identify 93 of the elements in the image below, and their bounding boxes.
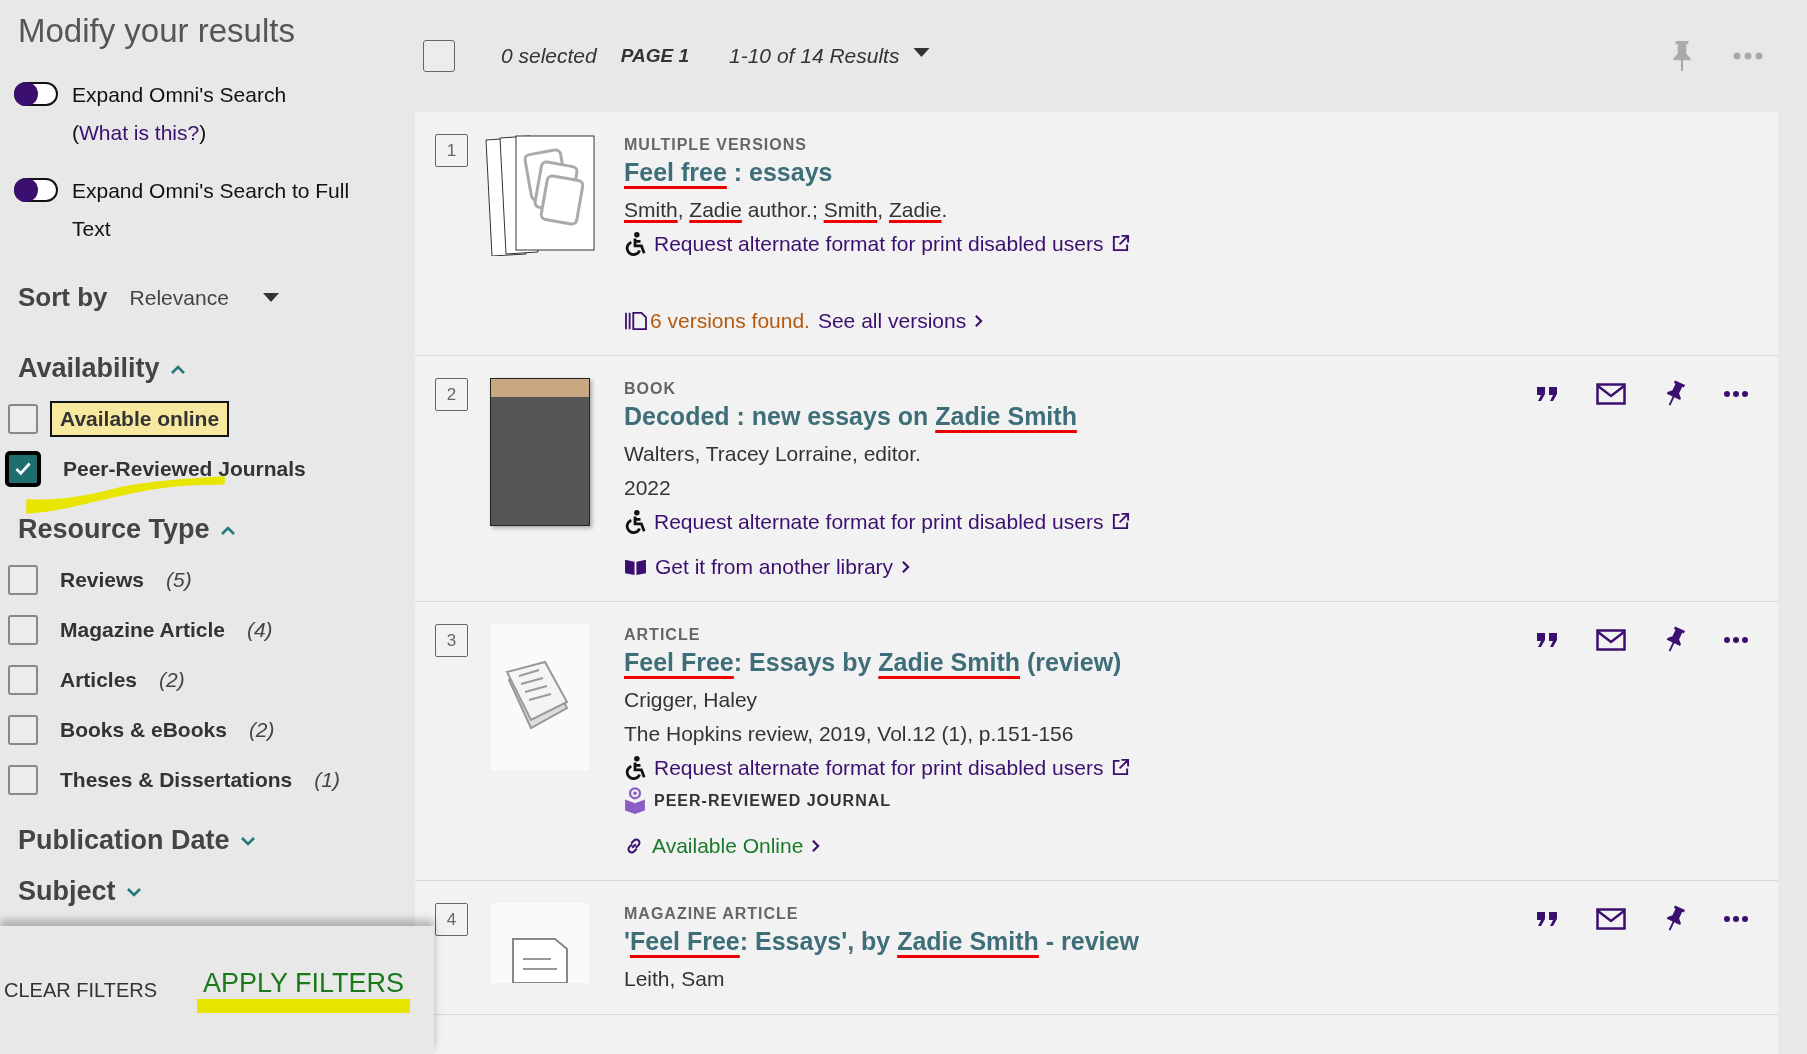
filter-section-header[interactable]: Publication Date (0, 825, 256, 856)
chevron-right-icon (901, 559, 911, 574)
wheelchair-icon (624, 755, 646, 780)
result-number: 1 (435, 134, 468, 167)
page-label: PAGE 1 (620, 45, 689, 67)
result-detail: 2022 (624, 475, 671, 501)
more-options-icon[interactable] (1724, 390, 1748, 397)
wheelchair-icon (624, 509, 646, 534)
email-icon[interactable] (1596, 382, 1626, 405)
request-format-link[interactable]: Request alternate format for print disabled users (654, 505, 1104, 538)
pin-icon[interactable] (1664, 905, 1686, 932)
open-book-icon (624, 557, 647, 576)
dropdown-caret-icon (262, 292, 279, 303)
filter-label[interactable]: Reviews (50, 562, 155, 598)
selected-count: 0 selected (501, 44, 597, 68)
filter-section-header[interactable]: Availability (0, 353, 186, 384)
filter-label[interactable]: Peer-Reviewed Journals (53, 451, 316, 487)
checkbox[interactable] (8, 665, 38, 695)
more-options-icon[interactable] (1724, 636, 1748, 643)
external-link-icon (1111, 234, 1131, 253)
panel-title: Modify your results (17, 12, 296, 50)
checkbox[interactable] (8, 615, 38, 645)
chevron-right-icon (974, 313, 984, 328)
dropdown-caret-icon[interactable] (913, 48, 931, 58)
result-detail: Crigger, Haley (624, 687, 758, 713)
versions-icon (624, 310, 648, 331)
filter-label[interactable]: Books & eBooks (50, 712, 237, 748)
versions-count: 6 versions found. (650, 308, 810, 334)
filter-count: (4) (246, 618, 273, 642)
external-link-icon (1111, 758, 1131, 777)
filter-label[interactable]: Articles (50, 662, 148, 698)
author-line: Smith, Zadie author.; Smith, Zadie. (624, 197, 948, 223)
checkbox[interactable] (5, 451, 41, 487)
result-detail: Walters, Tracey Lorraine, editor. (624, 441, 921, 467)
clear-filters-button[interactable]: CLEAR FILTERS (4, 974, 157, 1006)
result-number: 4 (435, 903, 468, 936)
checkbox[interactable] (8, 715, 38, 745)
results-range: 1-10 of 14 Results (729, 44, 900, 68)
apply-filters-button[interactable]: APPLY FILTERS (197, 967, 411, 1013)
filter-section-header[interactable]: Subject (0, 876, 142, 907)
available-online-link[interactable]: Available Online (652, 829, 804, 862)
chevron-icon (169, 363, 186, 374)
filter-count: (2) (248, 718, 275, 742)
peer-reviewed-icon (624, 787, 646, 814)
result-detail: Leith, Sam (624, 966, 725, 992)
chevron-icon (125, 886, 142, 897)
email-icon[interactable] (1596, 907, 1626, 930)
filter-label[interactable]: Magazine Article (50, 612, 235, 648)
quote-icon[interactable] (1536, 631, 1558, 648)
toggle-switch[interactable] (14, 82, 58, 106)
filter-section-header[interactable]: Resource Type (0, 514, 236, 545)
quote-icon[interactable] (1536, 910, 1558, 927)
request-format-link[interactable]: Request alternate format for print disabled users (654, 751, 1104, 784)
chevron-right-icon (811, 838, 821, 853)
more-options-icon[interactable] (1724, 915, 1748, 922)
another-library-link[interactable]: Get it from another library (655, 550, 894, 583)
chevron-icon (239, 835, 256, 846)
filter-count: (5) (166, 568, 192, 592)
quote-icon[interactable] (1536, 385, 1558, 402)
filter-label[interactable]: Available online (50, 401, 230, 437)
result-title-link[interactable]: Decoded : new essays on Zadie Smith (624, 402, 1077, 431)
checkbox[interactable] (8, 565, 38, 595)
resource-type-label: ARTICLE (624, 626, 701, 644)
resource-type-label: MULTIPLE VERSIONS (624, 136, 807, 154)
toggle-label: Expand Omni's Search to Full Text (72, 178, 351, 242)
pin-icon[interactable] (1664, 626, 1686, 653)
see-all-versions-link[interactable]: See all versions (817, 304, 967, 337)
result-number: 3 (435, 624, 468, 657)
select-all-checkbox[interactable] (423, 40, 455, 72)
toggle-label: Expand Omni's Search (What is this?) (72, 82, 288, 146)
external-link-icon (1111, 512, 1131, 531)
filter-count: (1) (314, 768, 340, 792)
request-format-link[interactable]: Request alternate format for print disabled users (654, 227, 1104, 260)
result-number: 2 (435, 378, 468, 411)
wheelchair-icon (624, 231, 646, 256)
result-title-link[interactable]: 'Feel Free: Essays', by Zadie Smith - review (624, 927, 1139, 956)
pin-icon[interactable] (1664, 380, 1686, 407)
sort-dropdown[interactable]: Relevance (129, 285, 279, 310)
result-detail: The Hopkins review, 2019, Vol.12 (1), p.151-156 (624, 721, 1074, 747)
filter-label[interactable]: Theses & Dissertations (50, 762, 303, 798)
result-title-link[interactable]: Feel Free: Essays by Zadie Smith (review) (624, 648, 1122, 677)
chevron-icon (219, 524, 236, 535)
peer-reviewed-label: PEER-REVIEWED JOURNAL (654, 791, 892, 811)
sort-label: Sort by (18, 282, 108, 313)
result-title-link[interactable]: Feel free : essays (624, 158, 833, 187)
help-link[interactable]: What is this? (79, 121, 200, 144)
email-icon[interactable] (1596, 628, 1626, 651)
checkbox[interactable] (8, 404, 38, 434)
resource-type-label: BOOK (624, 380, 676, 398)
filter-count: (2) (159, 668, 185, 692)
toggle-switch[interactable] (14, 178, 58, 202)
resource-type-label: MAGAZINE ARTICLE (624, 905, 799, 923)
checkbox[interactable] (8, 765, 38, 795)
